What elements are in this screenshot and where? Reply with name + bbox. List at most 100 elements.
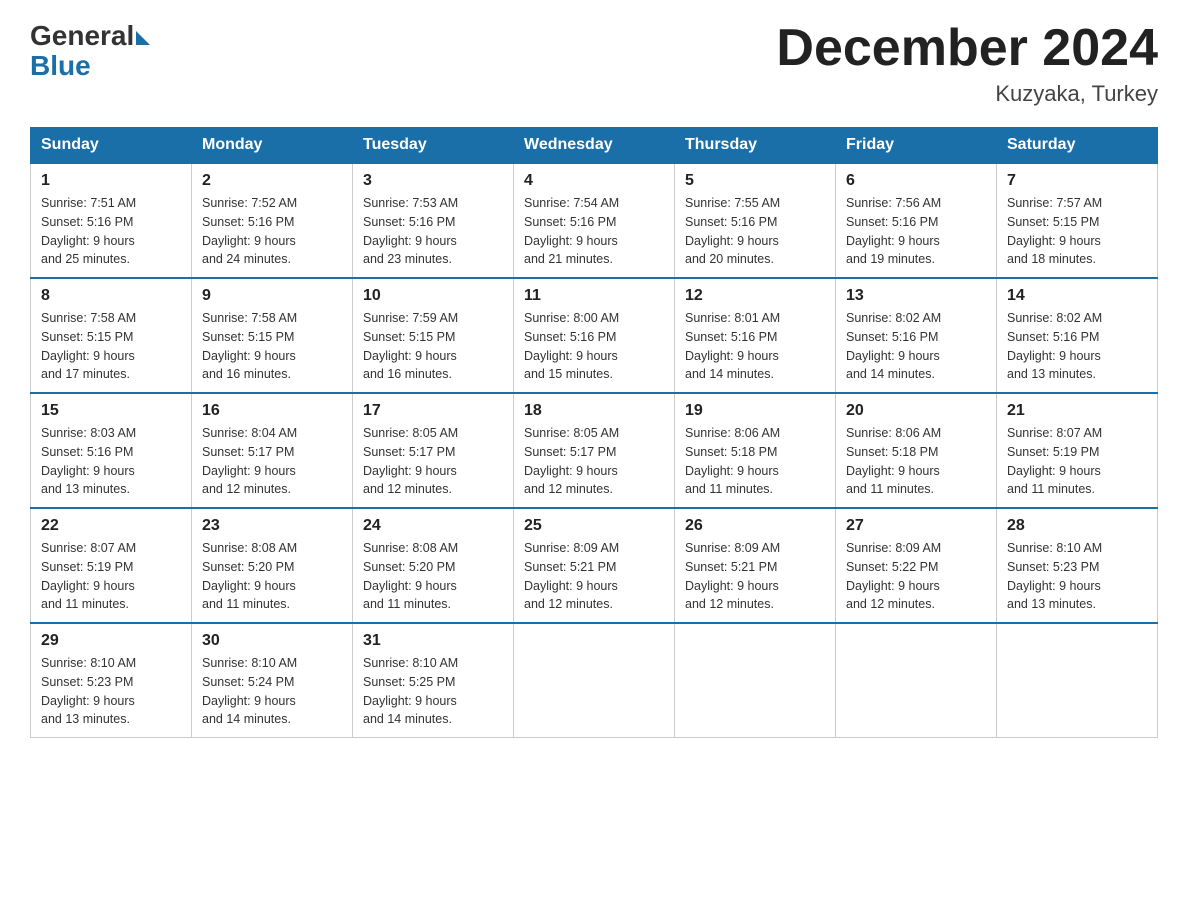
calendar-cell: 12 Sunrise: 8:01 AMSunset: 5:16 PMDaylig… [675,278,836,393]
day-info: Sunrise: 7:54 AMSunset: 5:16 PMDaylight:… [524,196,619,266]
day-info: Sunrise: 8:10 AMSunset: 5:24 PMDaylight:… [202,656,297,726]
calendar-cell: 30 Sunrise: 8:10 AMSunset: 5:24 PMDaylig… [192,623,353,738]
day-info: Sunrise: 8:07 AMSunset: 5:19 PMDaylight:… [1007,426,1102,496]
day-info: Sunrise: 8:05 AMSunset: 5:17 PMDaylight:… [363,426,458,496]
day-info: Sunrise: 8:08 AMSunset: 5:20 PMDaylight:… [363,541,458,611]
day-info: Sunrise: 8:05 AMSunset: 5:17 PMDaylight:… [524,426,619,496]
day-info: Sunrise: 8:08 AMSunset: 5:20 PMDaylight:… [202,541,297,611]
day-info: Sunrise: 7:51 AMSunset: 5:16 PMDaylight:… [41,196,136,266]
day-info: Sunrise: 7:58 AMSunset: 5:15 PMDaylight:… [41,311,136,381]
day-number: 12 [685,287,825,305]
calendar-cell: 5 Sunrise: 7:55 AMSunset: 5:16 PMDayligh… [675,163,836,278]
day-info: Sunrise: 7:53 AMSunset: 5:16 PMDaylight:… [363,196,458,266]
calendar-week-row: 15 Sunrise: 8:03 AMSunset: 5:16 PMDaylig… [31,393,1158,508]
day-info: Sunrise: 8:09 AMSunset: 5:21 PMDaylight:… [524,541,619,611]
weekday-header-friday: Friday [836,128,997,164]
weekday-header-thursday: Thursday [675,128,836,164]
logo-arrow-icon [136,31,150,45]
calendar-cell: 18 Sunrise: 8:05 AMSunset: 5:17 PMDaylig… [514,393,675,508]
calendar-cell: 27 Sunrise: 8:09 AMSunset: 5:22 PMDaylig… [836,508,997,623]
weekday-header-monday: Monday [192,128,353,164]
calendar-week-row: 1 Sunrise: 7:51 AMSunset: 5:16 PMDayligh… [31,163,1158,278]
day-info: Sunrise: 7:59 AMSunset: 5:15 PMDaylight:… [363,311,458,381]
month-title: December 2024 [776,20,1158,77]
day-info: Sunrise: 8:06 AMSunset: 5:18 PMDaylight:… [685,426,780,496]
calendar-cell: 19 Sunrise: 8:06 AMSunset: 5:18 PMDaylig… [675,393,836,508]
calendar-cell: 10 Sunrise: 7:59 AMSunset: 5:15 PMDaylig… [353,278,514,393]
calendar-cell: 29 Sunrise: 8:10 AMSunset: 5:23 PMDaylig… [31,623,192,738]
calendar-cell: 13 Sunrise: 8:02 AMSunset: 5:16 PMDaylig… [836,278,997,393]
day-number: 4 [524,172,664,190]
calendar-table: SundayMondayTuesdayWednesdayThursdayFrid… [30,127,1158,738]
day-info: Sunrise: 7:58 AMSunset: 5:15 PMDaylight:… [202,311,297,381]
day-number: 11 [524,287,664,305]
calendar-cell: 26 Sunrise: 8:09 AMSunset: 5:21 PMDaylig… [675,508,836,623]
calendar-cell: 17 Sunrise: 8:05 AMSunset: 5:17 PMDaylig… [353,393,514,508]
calendar-cell: 31 Sunrise: 8:10 AMSunset: 5:25 PMDaylig… [353,623,514,738]
day-number: 18 [524,402,664,420]
weekday-header-saturday: Saturday [997,128,1158,164]
day-number: 27 [846,517,986,535]
day-number: 19 [685,402,825,420]
day-info: Sunrise: 8:03 AMSunset: 5:16 PMDaylight:… [41,426,136,496]
logo: General Blue [30,20,150,82]
calendar-cell: 25 Sunrise: 8:09 AMSunset: 5:21 PMDaylig… [514,508,675,623]
weekday-header-row: SundayMondayTuesdayWednesdayThursdayFrid… [31,128,1158,164]
logo-blue-text: Blue [30,50,91,82]
day-number: 30 [202,632,342,650]
day-number: 24 [363,517,503,535]
day-info: Sunrise: 8:06 AMSunset: 5:18 PMDaylight:… [846,426,941,496]
day-info: Sunrise: 7:55 AMSunset: 5:16 PMDaylight:… [685,196,780,266]
weekday-header-sunday: Sunday [31,128,192,164]
calendar-cell: 28 Sunrise: 8:10 AMSunset: 5:23 PMDaylig… [997,508,1158,623]
day-info: Sunrise: 8:10 AMSunset: 5:23 PMDaylight:… [1007,541,1102,611]
calendar-cell [514,623,675,738]
day-number: 31 [363,632,503,650]
day-number: 29 [41,632,181,650]
day-number: 2 [202,172,342,190]
day-number: 9 [202,287,342,305]
day-number: 8 [41,287,181,305]
day-number: 13 [846,287,986,305]
day-info: Sunrise: 8:01 AMSunset: 5:16 PMDaylight:… [685,311,780,381]
day-info: Sunrise: 7:52 AMSunset: 5:16 PMDaylight:… [202,196,297,266]
day-info: Sunrise: 8:09 AMSunset: 5:22 PMDaylight:… [846,541,941,611]
day-number: 25 [524,517,664,535]
day-number: 20 [846,402,986,420]
calendar-cell: 15 Sunrise: 8:03 AMSunset: 5:16 PMDaylig… [31,393,192,508]
day-info: Sunrise: 7:57 AMSunset: 5:15 PMDaylight:… [1007,196,1102,266]
calendar-cell: 20 Sunrise: 8:06 AMSunset: 5:18 PMDaylig… [836,393,997,508]
calendar-week-row: 29 Sunrise: 8:10 AMSunset: 5:23 PMDaylig… [31,623,1158,738]
day-number: 22 [41,517,181,535]
day-number: 16 [202,402,342,420]
day-number: 3 [363,172,503,190]
day-info: Sunrise: 8:09 AMSunset: 5:21 PMDaylight:… [685,541,780,611]
day-number: 6 [846,172,986,190]
calendar-cell: 11 Sunrise: 8:00 AMSunset: 5:16 PMDaylig… [514,278,675,393]
calendar-cell: 21 Sunrise: 8:07 AMSunset: 5:19 PMDaylig… [997,393,1158,508]
day-number: 28 [1007,517,1147,535]
title-section: December 2024 Kuzyaka, Turkey [776,20,1158,107]
day-info: Sunrise: 8:10 AMSunset: 5:25 PMDaylight:… [363,656,458,726]
day-number: 26 [685,517,825,535]
calendar-cell [997,623,1158,738]
day-number: 10 [363,287,503,305]
calendar-cell: 24 Sunrise: 8:08 AMSunset: 5:20 PMDaylig… [353,508,514,623]
calendar-cell: 1 Sunrise: 7:51 AMSunset: 5:16 PMDayligh… [31,163,192,278]
day-info: Sunrise: 8:02 AMSunset: 5:16 PMDaylight:… [846,311,941,381]
day-number: 5 [685,172,825,190]
weekday-header-tuesday: Tuesday [353,128,514,164]
location-text: Kuzyaka, Turkey [776,81,1158,107]
day-number: 1 [41,172,181,190]
calendar-cell: 22 Sunrise: 8:07 AMSunset: 5:19 PMDaylig… [31,508,192,623]
calendar-week-row: 8 Sunrise: 7:58 AMSunset: 5:15 PMDayligh… [31,278,1158,393]
calendar-cell: 23 Sunrise: 8:08 AMSunset: 5:20 PMDaylig… [192,508,353,623]
calendar-cell [836,623,997,738]
day-info: Sunrise: 8:10 AMSunset: 5:23 PMDaylight:… [41,656,136,726]
calendar-cell: 16 Sunrise: 8:04 AMSunset: 5:17 PMDaylig… [192,393,353,508]
day-number: 23 [202,517,342,535]
day-number: 14 [1007,287,1147,305]
calendar-cell: 8 Sunrise: 7:58 AMSunset: 5:15 PMDayligh… [31,278,192,393]
day-number: 17 [363,402,503,420]
day-info: Sunrise: 7:56 AMSunset: 5:16 PMDaylight:… [846,196,941,266]
